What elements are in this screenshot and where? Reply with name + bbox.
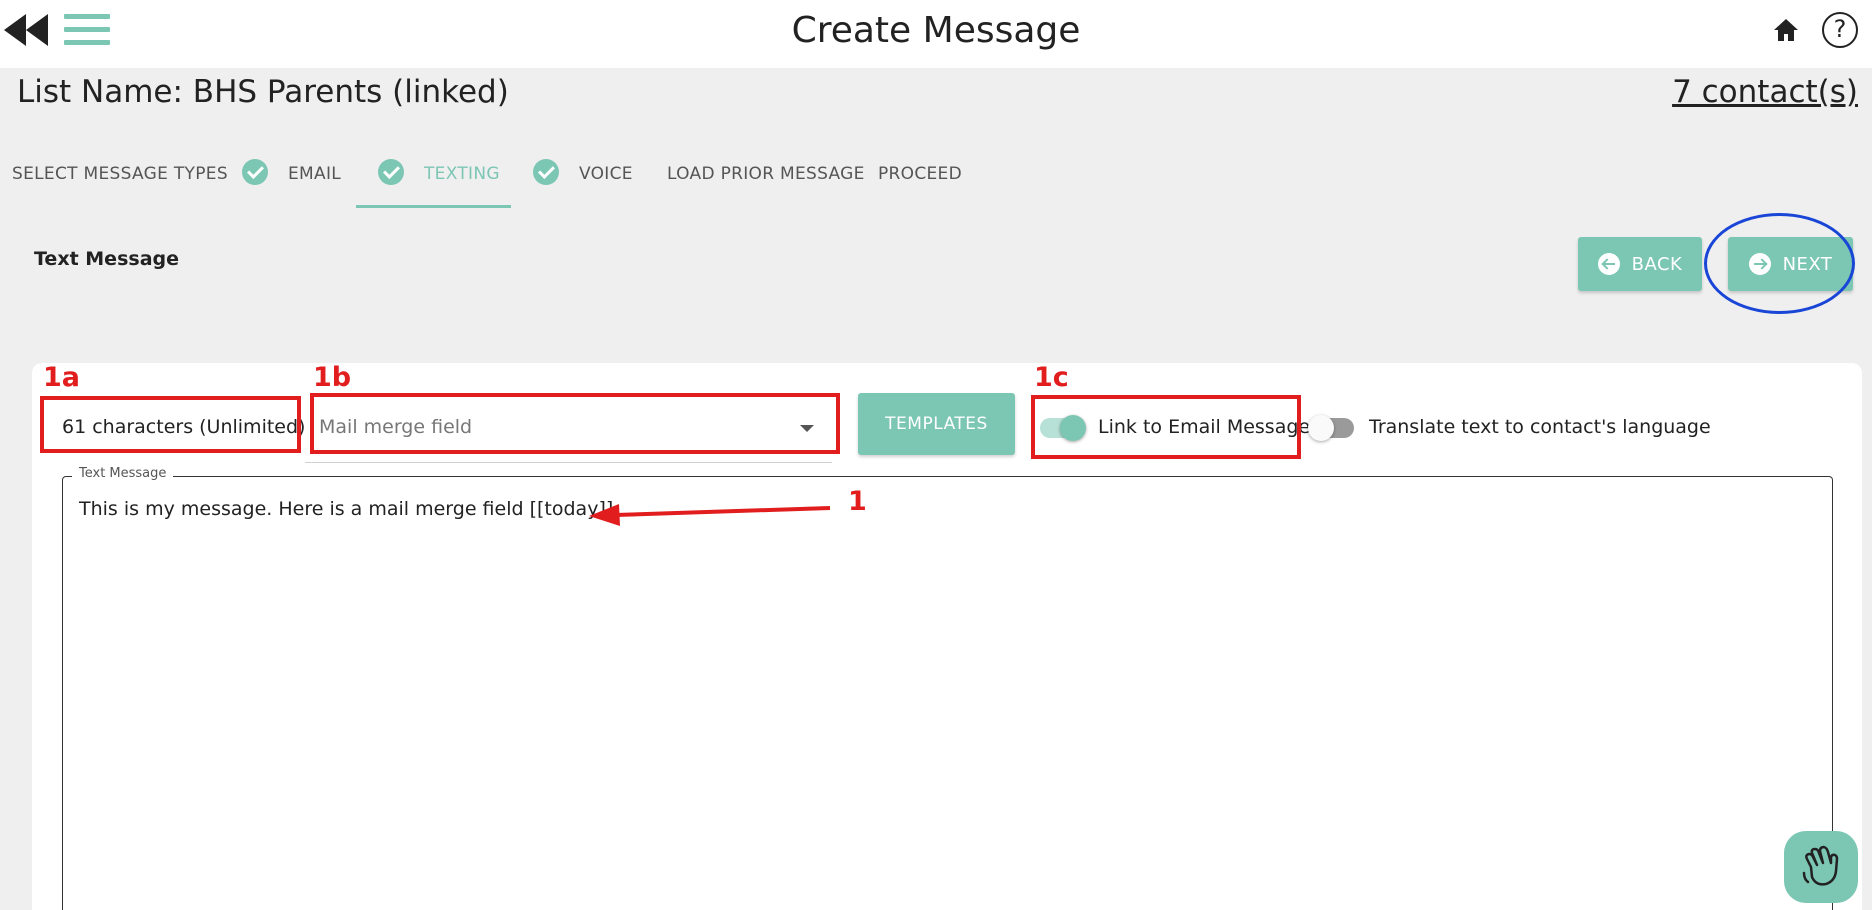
check-circle-icon xyxy=(533,159,559,185)
tab-label: SELECT MESSAGE TYPES xyxy=(12,164,228,184)
tab-label: TEXTING xyxy=(424,164,500,184)
active-tab-indicator xyxy=(356,205,511,208)
help-chat-button[interactable] xyxy=(1784,831,1858,903)
step-tabs: SELECT MESSAGE TYPES EMAIL TEXTING VOICE… xyxy=(0,140,1000,208)
translate-label: Translate text to contact's language xyxy=(1369,416,1711,438)
contacts-link[interactable]: 7 contact(s) xyxy=(1672,74,1858,110)
textarea-label: Text Message xyxy=(72,466,174,481)
annotation-box-1a xyxy=(40,396,301,453)
annotation-label-1a: 1a xyxy=(43,362,81,393)
tab-label: LOAD PRIOR MESSAGE xyxy=(667,164,865,184)
annotation-label-1b: 1b xyxy=(313,362,352,393)
message-text[interactable]: This is my message. Here is a mail merge… xyxy=(79,498,619,520)
tab-label: PROCEED xyxy=(878,164,962,184)
next-highlight-ring xyxy=(1704,213,1855,314)
annotation-label-1c: 1c xyxy=(1034,362,1069,393)
waving-hand-icon xyxy=(1802,845,1839,886)
tab-texting[interactable]: TEXTING xyxy=(378,140,500,208)
annotation-label-1: 1 xyxy=(848,486,867,517)
tab-email[interactable]: EMAIL xyxy=(242,140,341,208)
back-button[interactable]: BACK xyxy=(1578,237,1702,291)
translate-toggle[interactable] xyxy=(1308,415,1354,441)
back-button-label: BACK xyxy=(1631,253,1683,275)
templates-button[interactable]: TEMPLATES xyxy=(858,393,1015,455)
tab-label: EMAIL xyxy=(288,164,342,184)
list-name: List Name: BHS Parents (linked) xyxy=(17,74,509,110)
tab-proceed[interactable]: PROCEED xyxy=(878,140,962,208)
annotation-box-1b xyxy=(310,393,840,454)
home-icon[interactable] xyxy=(1772,16,1800,44)
message-textarea[interactable] xyxy=(62,476,1833,910)
tab-label: VOICE xyxy=(579,164,633,184)
tab-load-prior-message[interactable]: LOAD PRIOR MESSAGE xyxy=(667,140,865,208)
page-title: Create Message xyxy=(791,10,1081,51)
annotation-box-1c xyxy=(1031,395,1301,459)
help-icon[interactable]: ? xyxy=(1822,12,1858,48)
tab-voice[interactable]: VOICE xyxy=(533,140,633,208)
top-bar: Create Message ? xyxy=(0,0,1872,68)
toggle-knob xyxy=(1308,415,1334,441)
check-circle-icon xyxy=(242,159,268,185)
check-circle-icon xyxy=(378,159,404,185)
arrow-left-circle-icon xyxy=(1597,253,1620,275)
section-title: Text Message xyxy=(34,248,179,270)
annotation-arrow xyxy=(589,504,831,526)
tab-select-message-types[interactable]: SELECT MESSAGE TYPES xyxy=(12,140,228,208)
